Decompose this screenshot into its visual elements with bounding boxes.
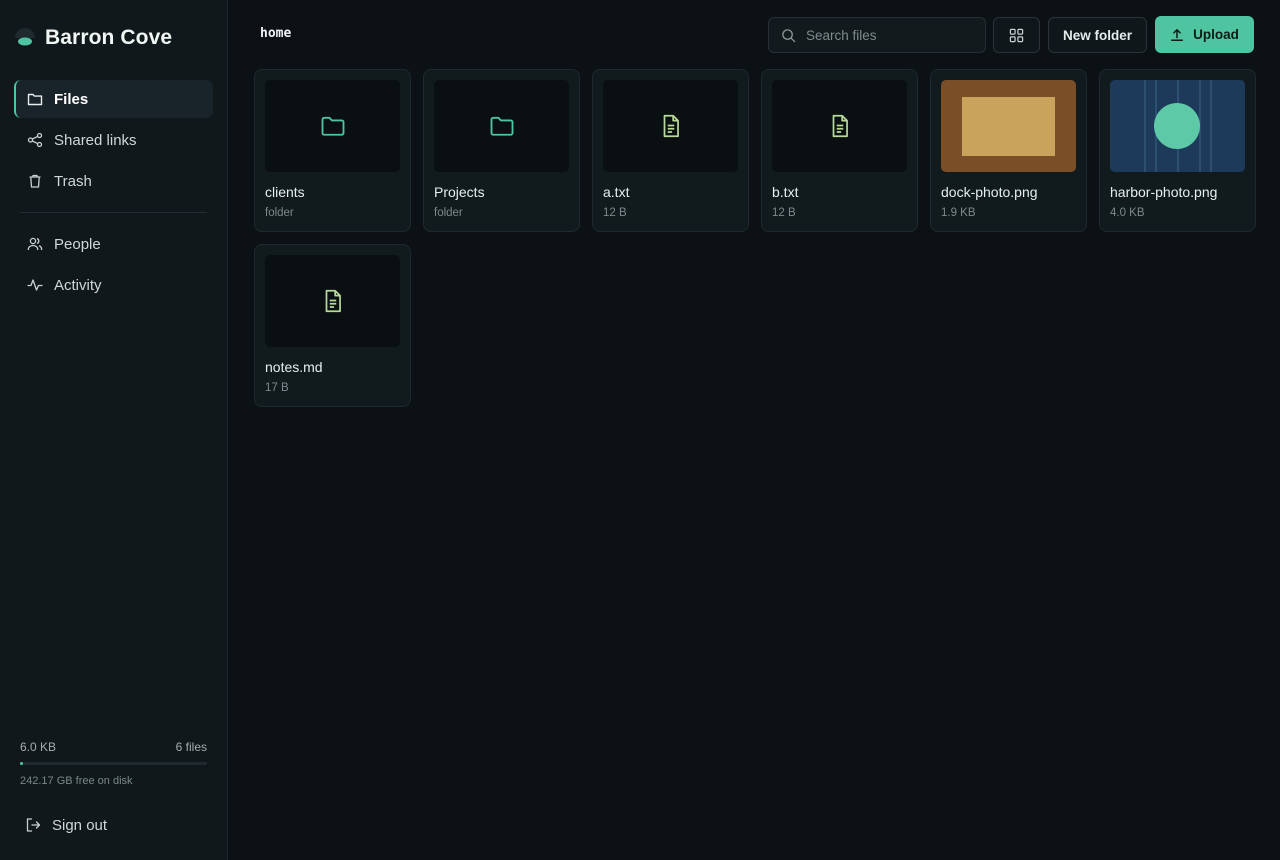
file-meta: 12 B — [772, 207, 796, 219]
secondary-nav: People Activity — [0, 225, 227, 304]
storage-summary: 6.0 KB 6 files 242.17 GB free on disk — [20, 740, 207, 787]
file-card[interactable]: a.txt 12 B — [592, 69, 749, 232]
sidebar-item-label: Trash — [54, 172, 92, 190]
share-icon — [27, 132, 43, 148]
storage-bar — [20, 762, 207, 765]
storage-file-count: 6 files — [175, 740, 207, 754]
search-box — [768, 17, 986, 53]
document-icon — [663, 114, 679, 138]
sign-out-label: Sign out — [52, 816, 108, 834]
sidebar-item-label: Shared links — [54, 131, 137, 149]
brand-logo-icon — [15, 28, 35, 48]
search-icon — [782, 28, 796, 42]
file-card[interactable]: dock-photo.png 1.9 KB — [930, 69, 1087, 232]
file-thumbnail — [603, 80, 738, 172]
file-thumbnail — [265, 255, 400, 347]
file-name: notes.md — [265, 359, 323, 375]
file-meta: folder — [434, 207, 463, 219]
primary-nav: Files Shared links Trash — [0, 76, 227, 200]
brand: Barron Cove — [0, 0, 227, 76]
new-folder-button[interactable]: New folder — [1048, 17, 1147, 53]
file-name: Projects — [434, 184, 485, 200]
file-card[interactable]: b.txt 12 B — [761, 69, 918, 232]
document-icon — [832, 114, 848, 138]
sidebar-item-label: Activity — [54, 276, 102, 294]
search-input[interactable] — [806, 27, 976, 43]
image-thumbnail — [1110, 80, 1245, 172]
file-name: clients — [265, 184, 305, 200]
upload-label: Upload — [1193, 27, 1239, 42]
trash-icon — [27, 173, 43, 189]
file-card[interactable]: clients folder — [254, 69, 411, 232]
breadcrumb[interactable]: home — [260, 26, 291, 41]
file-meta: folder — [265, 207, 294, 219]
sidebar-item-trash[interactable]: Trash — [14, 162, 213, 200]
file-card[interactable]: harbor-photo.png 4.0 KB — [1099, 69, 1256, 232]
sign-out-button[interactable]: Sign out — [14, 806, 213, 844]
toolbar: home New folder Upload — [228, 0, 1280, 70]
nav-divider — [20, 212, 207, 213]
file-name: b.txt — [772, 184, 799, 200]
upload-button[interactable]: Upload — [1155, 16, 1254, 53]
grid-view-toggle[interactable] — [993, 17, 1040, 53]
grid-icon — [1009, 28, 1024, 42]
storage-bar-fill — [20, 762, 23, 765]
file-meta: 12 B — [603, 207, 627, 219]
sidebar: Barron Cove Files Shared links Trash Peo… — [0, 0, 228, 860]
sidebar-item-people[interactable]: People — [14, 225, 213, 263]
upload-icon — [1170, 28, 1184, 42]
storage-free: 242.17 GB free on disk — [20, 775, 133, 787]
activity-icon — [27, 277, 43, 293]
sidebar-item-files[interactable]: Files — [14, 80, 213, 118]
file-meta: 4.0 KB — [1110, 207, 1145, 219]
people-icon — [27, 236, 43, 252]
sidebar-item-label: Files — [54, 90, 89, 108]
document-icon — [325, 289, 341, 313]
storage-used: 6.0 KB — [20, 740, 57, 754]
file-thumbnail — [434, 80, 569, 172]
main-area: home New folder Upload client — [228, 0, 1280, 860]
folder-icon — [27, 91, 43, 107]
sidebar-item-label: People — [54, 235, 101, 253]
file-card[interactable]: notes.md 17 B — [254, 244, 411, 407]
file-thumbnail — [772, 80, 907, 172]
harbor-photo-preview — [1110, 80, 1245, 172]
brand-name: Barron Cove — [45, 26, 173, 49]
file-card[interactable]: Projects folder — [423, 69, 580, 232]
sign-out-icon — [25, 817, 41, 833]
folder-icon — [321, 116, 344, 136]
sidebar-item-shared-links[interactable]: Shared links — [14, 121, 213, 159]
file-meta: 1.9 KB — [941, 207, 976, 219]
file-name: dock-photo.png — [941, 184, 1038, 200]
sidebar-item-activity[interactable]: Activity — [14, 266, 213, 304]
file-meta: 17 B — [265, 382, 289, 394]
file-grid: clients folder Projects folder a.txt 12 … — [254, 69, 1256, 407]
file-name: harbor-photo.png — [1110, 184, 1218, 200]
dock-photo-preview — [962, 96, 1055, 156]
folder-icon — [490, 116, 513, 136]
image-thumbnail — [941, 80, 1076, 172]
file-name: a.txt — [603, 184, 630, 200]
file-thumbnail — [265, 80, 400, 172]
